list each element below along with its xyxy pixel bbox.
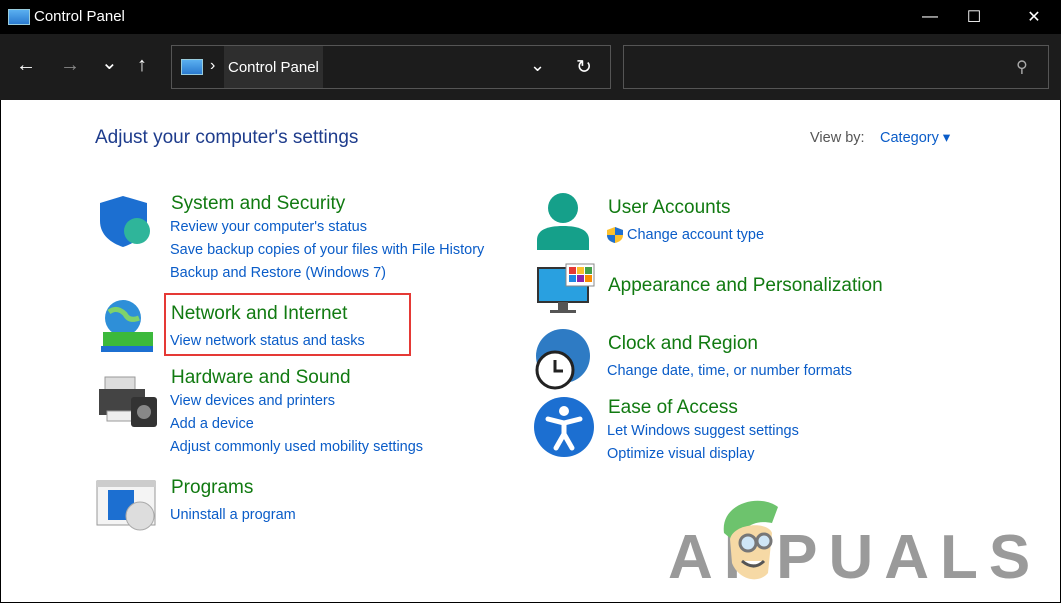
breadcrumb-separator[interactable]: ›: [210, 57, 215, 75]
control-panel-icon: [181, 59, 203, 75]
search-input[interactable]: ⚲: [623, 45, 1049, 89]
link-add-device[interactable]: Add a device: [170, 416, 254, 432]
appuals-mascot-icon: [723, 500, 778, 580]
view-by-value: Category: [880, 130, 939, 146]
user-accounts-icon: [537, 193, 589, 250]
uac-shield-icon: [607, 227, 623, 243]
link-mobility-settings[interactable]: Adjust commonly used mobility settings: [170, 439, 423, 455]
navigation-toolbar: ← → ⌄ ↑ › Control Panel ⌄ ↻ ⚲: [0, 34, 1061, 100]
category-network-and-internet[interactable]: Network and Internet: [171, 303, 347, 325]
programs-icon: [96, 480, 156, 531]
up-button[interactable]: ↑: [137, 54, 147, 77]
category-hardware-and-sound[interactable]: Hardware and Sound: [171, 367, 351, 389]
link-review-status[interactable]: Review your computer's status: [170, 219, 367, 235]
link-file-history[interactable]: Save backup copies of your files with Fi…: [170, 242, 484, 258]
control-panel-icon: [8, 9, 30, 25]
category-clock-and-region[interactable]: Clock and Region: [608, 333, 758, 355]
breadcrumb-control-panel[interactable]: Control Panel: [224, 46, 323, 88]
view-by-label: View by:: [810, 130, 865, 146]
clock-region-icon: [535, 329, 590, 390]
link-devices-printers[interactable]: View devices and printers: [170, 393, 335, 409]
network-icon: [101, 300, 153, 352]
view-by-dropdown[interactable]: Category ▾: [880, 130, 950, 146]
link-change-account-type[interactable]: Change account type: [627, 227, 764, 243]
maximize-button[interactable]: ☐: [951, 0, 997, 34]
category-user-accounts[interactable]: User Accounts: [608, 197, 731, 219]
link-network-status[interactable]: View network status and tasks: [170, 333, 365, 349]
window-title: Control Panel: [34, 8, 125, 25]
category-appearance-personalization[interactable]: Appearance and Personalization: [608, 275, 883, 297]
printer-icon: [99, 376, 157, 427]
link-optimize-display[interactable]: Optimize visual display: [607, 446, 754, 462]
category-system-and-security[interactable]: System and Security: [171, 193, 345, 215]
page-heading: Adjust your computer's settings: [95, 127, 359, 148]
category-programs[interactable]: Programs: [171, 477, 253, 499]
link-backup-restore[interactable]: Backup and Restore (Windows 7): [170, 265, 386, 281]
address-dropdown-button[interactable]: ⌄: [530, 55, 545, 76]
refresh-button[interactable]: ↻: [576, 56, 592, 79]
forward-button[interactable]: →: [60, 54, 80, 77]
minimize-button[interactable]: —: [907, 0, 953, 34]
appuals-watermark-logo: APPUALS: [668, 500, 1053, 593]
title-bar: Control Panel — ☐ ✕: [0, 0, 1061, 34]
category-ease-of-access[interactable]: Ease of Access: [608, 397, 738, 419]
link-uninstall-program[interactable]: Uninstall a program: [170, 507, 296, 523]
back-button[interactable]: ←: [16, 54, 36, 77]
link-suggest-settings[interactable]: Let Windows suggest settings: [607, 423, 799, 439]
close-button[interactable]: ✕: [1011, 0, 1057, 34]
address-bar[interactable]: › Control Panel ⌄ ↻: [171, 45, 611, 89]
recent-locations-button[interactable]: ⌄: [101, 50, 118, 75]
appearance-icon: [537, 263, 595, 313]
search-icon[interactable]: ⚲: [1016, 57, 1028, 77]
link-date-time-formats[interactable]: Change date, time, or number formats: [607, 363, 852, 379]
ease-of-access-icon: [534, 397, 594, 457]
shield-icon: [100, 196, 150, 247]
